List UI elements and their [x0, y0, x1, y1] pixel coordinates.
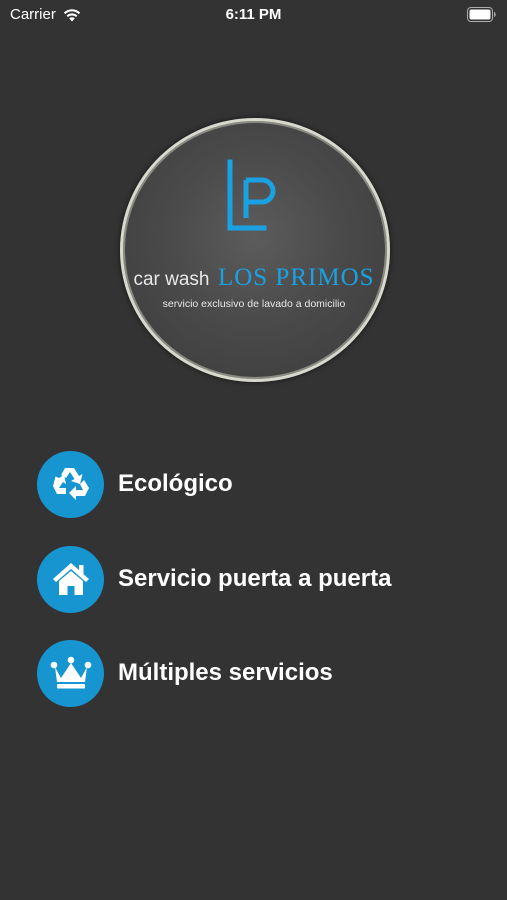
- battery-icon: [467, 7, 496, 22]
- feature-item-multiples: Múltiples servicios: [37, 639, 497, 707]
- lp-monogram-icon: [216, 156, 286, 244]
- feature-label: Múltiples servicios: [118, 659, 333, 686]
- app-screen: Carrier 6:11 PM car wash LOS PRIMOS serv…: [0, 0, 507, 900]
- feature-item-puerta: Servicio puerta a puerta: [37, 545, 497, 613]
- feature-label: Ecológico: [118, 470, 233, 497]
- logo-prefix: car wash: [133, 269, 210, 290]
- logo-tagline: servicio exclusivo de lavado a domicilio: [162, 298, 346, 310]
- brand-logo: car wash LOS PRIMOS servicio exclusivo d…: [120, 118, 390, 382]
- logo-title: car wash LOS PRIMOS: [120, 264, 388, 292]
- house-icon: [37, 545, 104, 613]
- feature-label: Servicio puerta a puerta: [118, 565, 392, 592]
- recycle-icon: [37, 450, 104, 518]
- status-bar: Carrier 6:11 PM: [0, 0, 507, 30]
- status-time: 6:11 PM: [225, 6, 282, 23]
- crown-icon: [37, 639, 104, 707]
- feature-item-ecologico: Ecológico: [37, 450, 497, 518]
- logo-name: LOS PRIMOS: [217, 264, 375, 291]
